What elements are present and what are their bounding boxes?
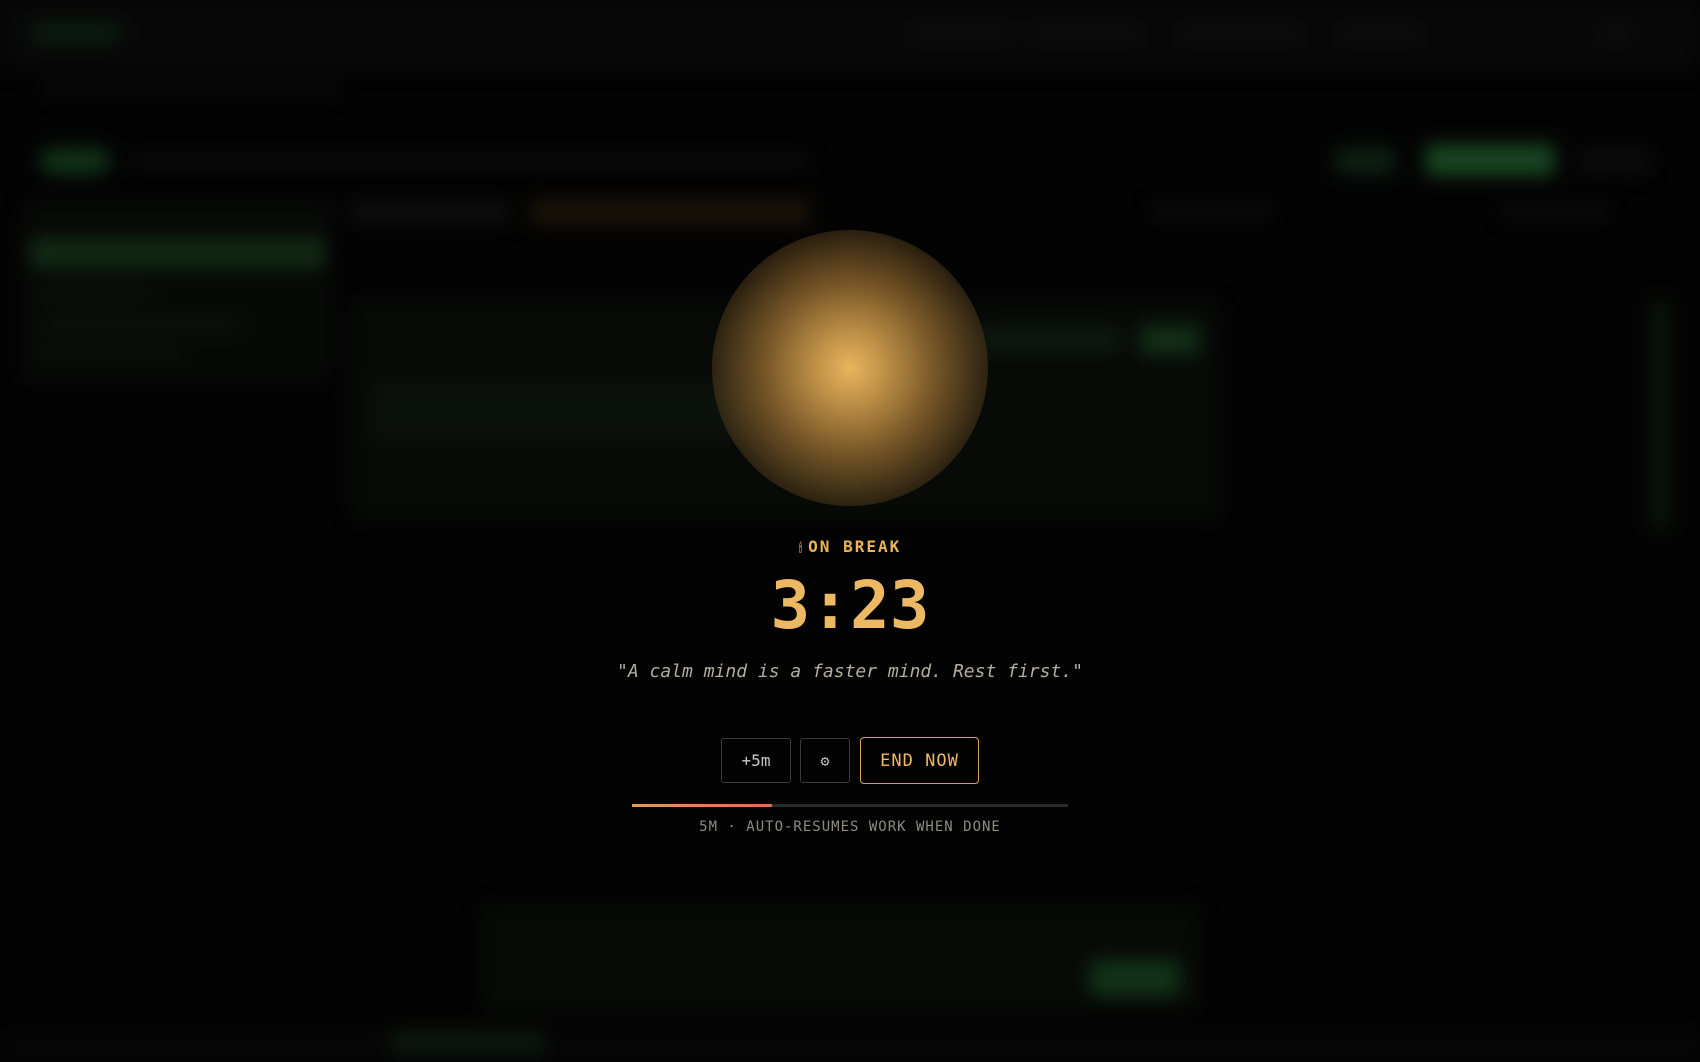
add-five-minutes-button[interactable]: +5m xyxy=(721,738,791,783)
bg-nav-item xyxy=(1030,28,1140,40)
bg-button xyxy=(1425,144,1555,176)
end-now-button[interactable]: END NOW xyxy=(860,737,979,784)
bg-nav-item xyxy=(1180,28,1300,40)
bg-sidebar-active-item xyxy=(30,238,325,268)
bg-nav-item xyxy=(1340,28,1420,40)
break-quote: "A calm mind is a faster mind. Rest firs… xyxy=(617,661,1083,682)
bg-sidebar-item xyxy=(40,320,240,330)
bg-card-control xyxy=(980,325,1120,355)
bg-breadcrumb xyxy=(130,155,810,167)
bg-tab xyxy=(530,198,810,226)
break-progress-bar xyxy=(632,804,1068,807)
bg-card-content xyxy=(370,380,750,440)
breathing-orb xyxy=(712,230,988,506)
bg-nav-item xyxy=(1600,28,1630,40)
bg-pill xyxy=(40,148,110,174)
bg-nav-item xyxy=(910,28,1010,40)
bg-tab xyxy=(1150,204,1270,218)
bg-logo xyxy=(30,22,120,44)
flame-icon: 🕯 xyxy=(798,541,805,555)
break-progress-fill xyxy=(632,804,772,807)
break-timer: 3:23 xyxy=(770,567,930,644)
bg-tab xyxy=(1500,204,1610,218)
break-status: 🕯 ON BREAK xyxy=(0,537,1700,556)
bg-footer xyxy=(0,1030,1700,1062)
bg-sidebar-item xyxy=(40,290,150,300)
bg-side-strip xyxy=(1650,300,1670,530)
settings-button[interactable]: ⚙ xyxy=(800,738,850,783)
break-caption: 5M · AUTO-RESUMES WORK WHEN DONE xyxy=(699,819,1001,835)
bg-button xyxy=(1335,148,1395,174)
break-status-label: ON BREAK xyxy=(808,537,902,556)
bg-button xyxy=(1580,148,1650,174)
bg-top-bar xyxy=(0,0,1700,70)
bg-sidebar-item xyxy=(40,348,180,358)
bg-tab xyxy=(350,200,510,224)
bg-chat-box xyxy=(480,905,1200,1010)
background-app-blurred xyxy=(0,0,1700,1062)
bg-chat-button xyxy=(1090,960,1180,996)
bg-subbar xyxy=(40,85,340,95)
gear-icon: ⚙ xyxy=(820,751,830,770)
bg-card-control xyxy=(1140,325,1200,355)
bg-footer-pill xyxy=(390,1030,545,1054)
